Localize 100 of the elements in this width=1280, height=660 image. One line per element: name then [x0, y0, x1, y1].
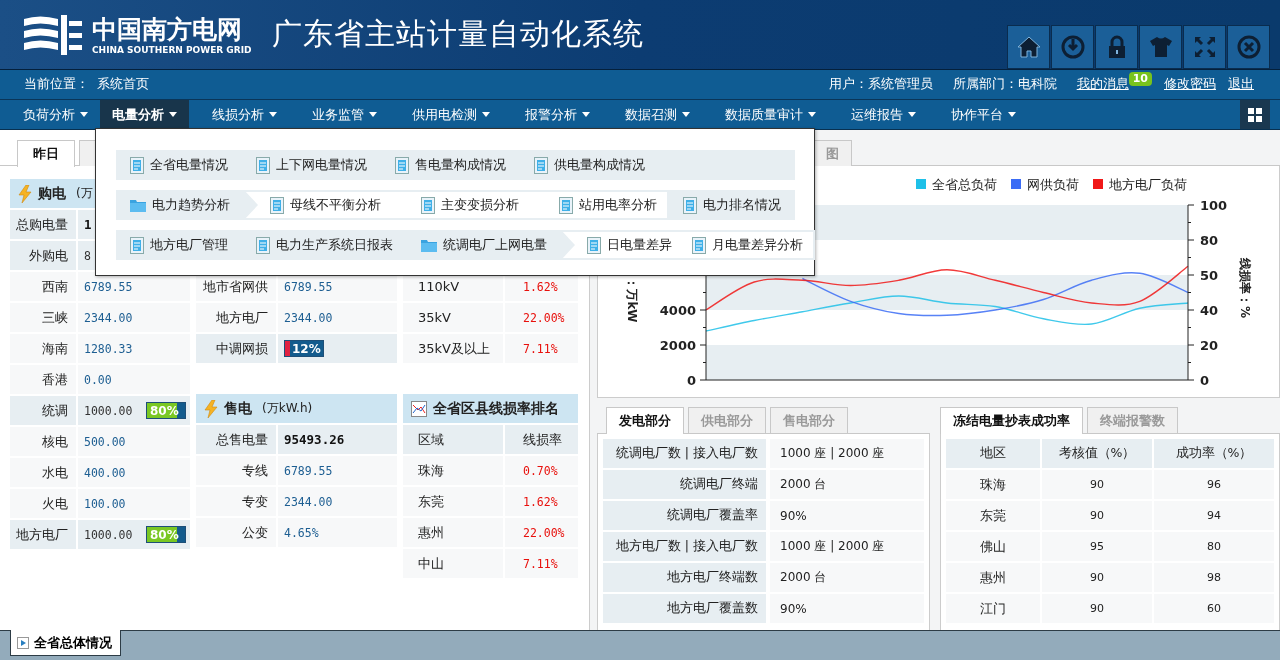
- row-label: 珠海: [403, 456, 503, 485]
- lightning-icon: [18, 184, 32, 203]
- power-button[interactable]: [1051, 25, 1094, 69]
- shirt-icon: [1147, 34, 1174, 60]
- user-text: 用户：系统管理员: [828, 76, 933, 93]
- table-cell: 江门: [946, 594, 1040, 623]
- power-icon: [1059, 34, 1086, 60]
- tick-label: 40: [1200, 303, 1219, 318]
- shirt-button[interactable]: [1139, 25, 1182, 69]
- row-label: 35kV及以上: [403, 334, 503, 363]
- nav-menu-item[interactable]: 运维报告: [828, 100, 928, 129]
- tick-label: 20: [1200, 338, 1219, 353]
- value-cell: 90%: [770, 594, 924, 623]
- menu-item[interactable]: 地方电厂管理: [116, 230, 242, 260]
- bar-label: 12%: [291, 341, 321, 356]
- row-label: 专变: [196, 487, 276, 516]
- menu-item[interactable]: 全省电量情况: [116, 150, 242, 180]
- caret-icon: [269, 112, 277, 117]
- row-label: 东莞: [403, 487, 503, 516]
- row-label: 地方电厂终端数: [603, 563, 766, 592]
- tick-label: 4000: [659, 303, 696, 318]
- tab[interactable]: 冻结电量抄表成功率: [940, 407, 1083, 434]
- row-label: 水电: [10, 458, 76, 487]
- value-text: 1.62%: [523, 279, 558, 294]
- menu-item[interactable]: 母线不平衡分析: [260, 192, 391, 218]
- value-text: 2344.00: [84, 310, 133, 325]
- value-text: 7.11%: [523, 341, 558, 356]
- header-link[interactable]: 退出: [1228, 76, 1254, 93]
- header-link[interactable]: 修改密码: [1164, 76, 1216, 93]
- row-label: 三峡: [10, 303, 76, 332]
- nav-menu-item[interactable]: 协作平台: [928, 100, 1028, 129]
- caret-icon: [582, 112, 590, 117]
- bar-label: 80%: [149, 527, 179, 542]
- menu-item[interactable]: 日电量差异: [577, 232, 682, 258]
- value-cell: 1000 座 | 2000 座: [770, 532, 924, 561]
- menu-item[interactable]: 售电量构成情况: [381, 150, 520, 180]
- menu-item[interactable]: 电力排名情况: [669, 190, 795, 220]
- menu-item[interactable]: 供电量构成情况: [520, 150, 659, 180]
- table-cell: 95: [1042, 532, 1152, 561]
- lock-button[interactable]: [1095, 25, 1138, 69]
- table-cell: 东莞: [946, 501, 1040, 530]
- caret-icon: [80, 112, 88, 117]
- value-text: 7.11%: [523, 556, 558, 571]
- document-icon: [256, 156, 270, 174]
- tick-mark: [702, 292, 707, 293]
- close-icon: [1235, 34, 1262, 60]
- tab[interactable]: 发电部分: [606, 407, 684, 434]
- menu-item[interactable]: 主变变损分析: [411, 192, 529, 218]
- menu-item[interactable]: 站用电率分析: [549, 192, 667, 218]
- document-icon: [534, 156, 548, 174]
- axis-title: ：万kW: [625, 277, 639, 323]
- caret-icon: [169, 112, 177, 117]
- tick-mark: [699, 344, 707, 346]
- column-header: 考核值（%）: [1042, 439, 1152, 468]
- legend-item: 网供负荷: [1011, 177, 1079, 192]
- footer-tab[interactable]: 全省总体情况: [10, 630, 121, 656]
- value-cell: 2000 台: [770, 470, 924, 499]
- value-text: 400.00: [84, 465, 126, 480]
- menu-item[interactable]: 上下网电量情况: [242, 150, 381, 180]
- row-label: 海南: [10, 334, 76, 363]
- table-cell: 珠海: [946, 470, 1040, 499]
- value-cell: 1000 座 | 2000 座: [770, 439, 924, 468]
- row-label: 总购电量: [10, 210, 76, 239]
- menu-item[interactable]: 月电量差异分析: [682, 232, 813, 258]
- grid-view-button[interactable]: [1240, 100, 1270, 129]
- tick-mark: [702, 362, 707, 363]
- tab[interactable]: 昨日: [17, 140, 75, 167]
- row-label: 地方电厂覆盖数: [603, 594, 766, 623]
- close-button[interactable]: [1227, 25, 1270, 69]
- home-icon: [1015, 34, 1042, 60]
- document-icon: [421, 196, 435, 214]
- row-label: 香港: [10, 365, 76, 394]
- menu-item[interactable]: 电力生产系统日报表: [242, 230, 407, 260]
- home-button[interactable]: [1007, 25, 1050, 69]
- value-text: 线损率: [523, 430, 562, 449]
- document-icon: [559, 196, 573, 214]
- row-label: 专线: [196, 456, 276, 485]
- section-title: 全省区县线损率排名: [433, 399, 559, 418]
- fullscreen-button[interactable]: [1183, 25, 1226, 69]
- header-link[interactable]: 我的消息: [1076, 76, 1129, 93]
- tick-label: 100: [1200, 198, 1228, 213]
- table-cell: 90: [1042, 563, 1152, 592]
- value-text: 500.00: [84, 434, 126, 449]
- value-text: 1: [84, 217, 92, 232]
- value-text: 1000.00: [84, 403, 133, 418]
- document-icon: [692, 236, 706, 254]
- value-text: 6789.55: [284, 279, 333, 294]
- department-text: 所属部门：电科院: [952, 76, 1057, 93]
- row-label: 中山: [403, 549, 503, 578]
- value-text: 6789.55: [284, 463, 333, 478]
- table-cell: 90: [1042, 594, 1152, 623]
- location-label: 当前位置：: [24, 76, 89, 93]
- value-cell: 90%: [770, 501, 924, 530]
- nav-menu-item[interactable]: 电量分析: [100, 100, 189, 129]
- document-icon: [256, 236, 270, 254]
- table-cell: 90: [1042, 501, 1152, 530]
- location-text: 系统首页: [97, 76, 149, 93]
- folder-icon: [421, 238, 437, 252]
- line-chart-icon: [411, 400, 427, 417]
- table-cell: 96: [1154, 470, 1274, 499]
